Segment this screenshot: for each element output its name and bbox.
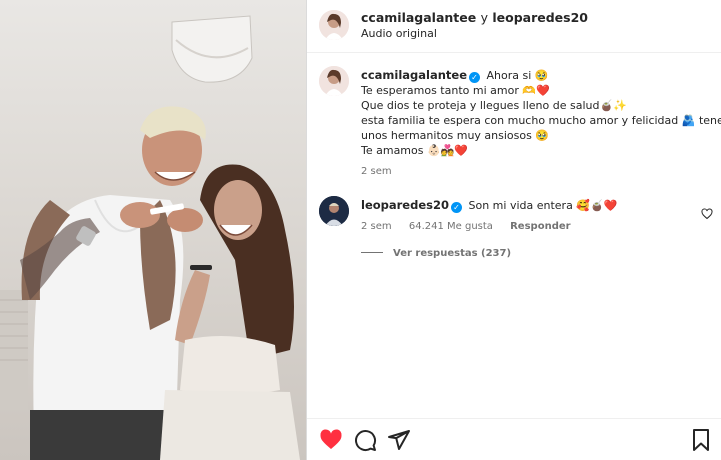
avatar-image <box>319 196 349 226</box>
comment-time[interactable]: 2 sem <box>361 221 392 232</box>
reply-button[interactable]: Responder <box>510 221 570 232</box>
caption-line: esta familia te espera con mucho mucho a… <box>361 114 721 127</box>
bookmark-icon[interactable] <box>689 428 713 452</box>
heart-filled-icon[interactable] <box>319 428 343 452</box>
post-panel: ccamilagalantee y leoparedes20 Audio ori… <box>307 0 721 460</box>
avatar[interactable] <box>319 10 349 40</box>
video-frame <box>0 15 300 460</box>
author-username-2[interactable]: leoparedes20 <box>492 10 588 25</box>
header-divider <box>307 52 721 53</box>
video-player[interactable] <box>0 0 306 460</box>
actions-divider <box>307 418 721 419</box>
caption-line: unos hermanitos muy ansiosos 🥹 <box>361 129 550 142</box>
comment-like-heart-icon[interactable] <box>701 208 713 220</box>
action-bar <box>307 420 721 460</box>
comment-username[interactable]: leoparedes20 <box>361 198 449 212</box>
comment-meta: 2 sem 64.241 Me gusta Responder <box>361 219 711 234</box>
view-replies-button[interactable]: Ver respuestas (237) <box>361 248 511 259</box>
verified-badge-icon: ✓ <box>451 202 462 213</box>
comment-icon[interactable] <box>353 428 377 452</box>
avatar-image <box>319 66 349 96</box>
caption-username[interactable]: ccamilagalantee <box>361 68 467 82</box>
avatar[interactable] <box>319 66 349 96</box>
share-icon[interactable] <box>387 428 411 452</box>
caption-line: Ahora si 🥹 <box>486 69 549 82</box>
avatar[interactable] <box>319 196 349 226</box>
author-joiner: y <box>480 10 488 25</box>
avatar-image <box>319 10 349 40</box>
view-replies-label: Ver respuestas (237) <box>393 248 512 259</box>
author-username-1[interactable]: ccamilagalantee <box>361 10 476 25</box>
post-authors: ccamilagalantee y leoparedes20 <box>361 10 588 25</box>
caption-line: Que dios te proteja y llegues lleno de s… <box>361 99 627 112</box>
comment-text: Son mi vida entera 🥰🧉❤️ <box>468 199 618 212</box>
caption-body: ccamilagalantee ✓ Ahora si 🥹 Te esperamos… <box>361 68 721 179</box>
audio-label[interactable]: Audio original <box>361 27 437 40</box>
comment-body: leoparedes20 ✓ Son mi vida entera 🥰🧉❤️ 2 … <box>361 198 711 234</box>
comment-likes[interactable]: 64.241 Me gusta <box>409 221 493 232</box>
verified-badge-icon: ✓ <box>469 72 480 83</box>
post-header: ccamilagalantee y leoparedes20 Audio ori… <box>307 0 721 50</box>
caption-time[interactable]: 2 sem <box>361 166 392 177</box>
caption-meta: 2 sem <box>361 164 711 179</box>
caption-line: Te amamos 👶🏻💑❤️ <box>361 144 469 157</box>
caption-line: Te esperamos tanto mi amor 🫶❤️ <box>361 84 550 97</box>
replies-line <box>361 252 383 253</box>
